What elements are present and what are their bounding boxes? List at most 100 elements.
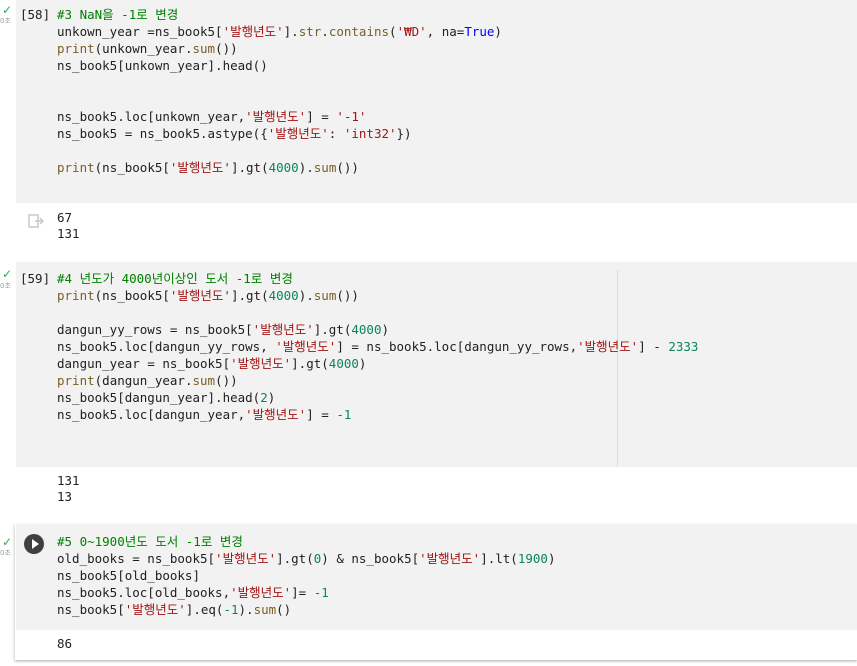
code-line: ns_book5[dangun_year].head(2) xyxy=(57,389,698,406)
code-line: #3 NaN을 -1로 변경 xyxy=(57,6,502,23)
code-token: '발행년도' xyxy=(230,356,292,371)
code-token: ].eq( xyxy=(185,602,224,617)
code-token: ()) xyxy=(336,288,359,303)
code-token: '발행년도' xyxy=(267,126,329,141)
code-lines: #4 년도가 4000년이상인 도서 -1로 변경 print(ns_book5[… xyxy=(57,270,698,423)
code-cell-59[interactable]: ✓ 0초 [59] #4 년도가 4000년이상인 도서 -1로 변경 print… xyxy=(0,262,857,520)
success-check-icon: ✓ xyxy=(2,535,13,549)
code-token: '발행년도' xyxy=(215,551,277,566)
code-line: ns_book5 = ns_book5.astype({'발행년도': 'int… xyxy=(57,125,502,142)
output-line: 131 xyxy=(57,473,80,488)
code-token: (unkown_year. xyxy=(94,41,193,56)
code-token: ) xyxy=(358,356,367,371)
code-token: ). xyxy=(298,160,314,175)
code-token: unkown_year =ns_book5[ xyxy=(57,24,223,39)
code-token: ()) xyxy=(336,160,359,175)
code-token: '발행년도' xyxy=(577,339,639,354)
code-token: ) xyxy=(494,24,502,39)
execution-time: 0초 xyxy=(0,549,11,557)
code-token: ns_book5.loc[old_books, xyxy=(57,585,231,600)
output-line: 86 xyxy=(57,636,73,651)
code-cell-58[interactable]: ✓ 0초 [58] #3 NaN을 -1로 변경 unkown_year =ns_… xyxy=(0,0,857,250)
code-token: () xyxy=(276,602,292,617)
output-line: 67 xyxy=(57,210,73,225)
code-token: old_books = ns_book5[ xyxy=(57,551,216,566)
code-token: . xyxy=(321,24,329,39)
code-token: str xyxy=(298,24,322,39)
code-token: -1 xyxy=(336,407,352,422)
code-token: ].gt( xyxy=(230,160,269,175)
code-token: sum xyxy=(192,41,216,56)
code-token: ns_book5.loc[unkown_year, xyxy=(57,109,246,124)
code-token: #5 0~1900년도 도서 -1로 변경 xyxy=(57,534,243,549)
code-line: print(ns_book5['발행년도'].gt(4000).sum()) xyxy=(57,287,698,304)
code-token: ) xyxy=(267,390,276,405)
code-token: : xyxy=(328,126,344,141)
play-circle-icon[interactable] xyxy=(24,534,44,554)
code-line: unkown_year =ns_book5['발행년도'].str.contai… xyxy=(57,23,502,40)
code-token: 4000 xyxy=(351,322,382,337)
code-token: #4 년도가 4000년이상인 도서 -1로 변경 xyxy=(57,271,293,286)
code-token: #3 NaN을 -1로 변경 xyxy=(57,7,179,22)
code-token: ] - xyxy=(638,339,669,354)
code-line: dangun_yy_rows = ns_book5['발행년도'].gt(400… xyxy=(57,321,698,338)
code-token: ].gt( xyxy=(230,288,269,303)
code-token: ) & ns_book5[ xyxy=(321,551,420,566)
code-token: contains xyxy=(328,24,390,39)
code-cell-active[interactable]: ✓ 0초 #5 0~1900년도 도서 -1로 변경 old_books = ns… xyxy=(0,525,857,660)
code-token: ()) xyxy=(215,41,238,56)
code-token: 4000 xyxy=(328,356,359,371)
code-token: sum xyxy=(313,160,337,175)
code-line: ns_book5.loc[dangun_year,'발행년도'] = -1 xyxy=(57,406,698,423)
code-token: ) xyxy=(381,322,390,337)
code-token: 'int32' xyxy=(343,126,397,141)
code-token: '발행년도' xyxy=(169,288,231,303)
code-line: #5 0~1900년도 도서 -1로 변경 xyxy=(57,533,555,550)
code-line: ns_book5.loc[dangun_yy_rows, '발행년도'] = n… xyxy=(57,338,698,355)
code-line: #4 년도가 4000년이상인 도서 -1로 변경 xyxy=(57,270,698,287)
code-line: ns_book5.loc[old_books,'발행년도']= -1 xyxy=(57,584,555,601)
code-token: '발행년도' xyxy=(169,160,231,175)
code-token: ns_book5[old_books] xyxy=(57,568,200,583)
code-token: '발행년도' xyxy=(419,551,481,566)
code-token: (ns_book5[ xyxy=(94,160,170,175)
code-token: '발행년도' xyxy=(245,407,307,422)
success-check-icon: ✓ xyxy=(2,3,13,17)
code-token: '발행년도' xyxy=(252,322,314,337)
code-token: '발행년도' xyxy=(124,602,186,617)
code-token: ns_book5.loc[dangun_yy_rows, xyxy=(57,339,276,354)
code-token: ns_book5[ xyxy=(57,602,125,617)
output-arrow-icon[interactable] xyxy=(28,214,44,228)
code-token: }) xyxy=(396,126,412,141)
code-token: '발행년도' xyxy=(245,109,307,124)
code-token: 2333 xyxy=(668,339,699,354)
code-line: ns_book5.loc[unkown_year,'발행년도'] = '-1' xyxy=(57,108,502,125)
code-token: -1 xyxy=(313,585,329,600)
code-token: ] = ns_book5.loc[dangun_yy_rows, xyxy=(336,339,578,354)
code-token: 4000 xyxy=(268,160,299,175)
code-token: ns_book5.loc[dangun_year, xyxy=(57,407,246,422)
code-token: ] = xyxy=(306,407,337,422)
code-token: ()) xyxy=(215,373,238,388)
code-token: ].gt( xyxy=(291,356,329,371)
code-token: '발행년도' xyxy=(230,585,292,600)
code-line: ns_book5['발행년도'].eq(-1).sum() xyxy=(57,601,555,618)
cell-output: 86 xyxy=(57,636,72,652)
success-check-icon: ✓ xyxy=(2,267,13,281)
code-token: print xyxy=(57,288,95,303)
code-token: ). xyxy=(298,288,314,303)
code-token: True xyxy=(464,24,495,39)
code-line: ns_book5[unkown_year].head() xyxy=(57,57,502,74)
code-token: ].lt( xyxy=(480,551,518,566)
code-line: print(dangun_year.sum()) xyxy=(57,372,698,389)
code-token: sum xyxy=(192,373,216,388)
code-token: sum xyxy=(313,288,337,303)
cell-output: 131 13 xyxy=(57,473,80,505)
code-lines: #3 NaN을 -1로 변경 unkown_year =ns_book5['발행년… xyxy=(57,6,502,176)
cell-output: 67 131 xyxy=(57,210,80,242)
code-token: ]= xyxy=(291,585,314,600)
code-line: print(ns_book5['발행년도'].gt(4000).sum()) xyxy=(57,159,502,176)
